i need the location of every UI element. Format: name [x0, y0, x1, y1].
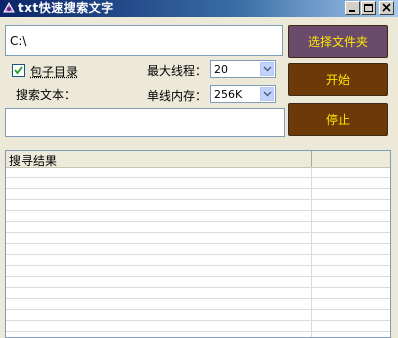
- window-title: txt快速搜索文字: [18, 1, 114, 15]
- chevron-down-icon[interactable]: [260, 62, 274, 76]
- close-button[interactable]: [379, 1, 394, 15]
- max-threads-value: 20: [214, 63, 228, 76]
- max-threads-select[interactable]: 20: [210, 60, 276, 78]
- check-icon: [14, 66, 23, 75]
- table-row[interactable]: [6, 178, 390, 189]
- table-row[interactable]: [6, 222, 390, 233]
- thread-memory-select[interactable]: 256K: [210, 85, 276, 103]
- results-column-header[interactable]: 搜寻结果: [6, 151, 312, 168]
- table-row[interactable]: [6, 277, 390, 288]
- table-row[interactable]: [6, 244, 390, 255]
- path-input[interactable]: C:\: [5, 25, 283, 56]
- app-icon: [2, 1, 16, 15]
- table-row[interactable]: [6, 266, 390, 277]
- table-row[interactable]: [6, 299, 390, 310]
- title-bar[interactable]: txt快速搜索文字: [0, 0, 398, 17]
- close-icon: [382, 3, 391, 12]
- minimize-button[interactable]: [345, 1, 360, 15]
- table-row[interactable]: [6, 310, 390, 321]
- table-row[interactable]: [6, 233, 390, 244]
- thread-memory-value: 256K: [214, 88, 243, 101]
- minimize-icon: [349, 10, 355, 12]
- max-threads-label: 最大线程：: [147, 64, 208, 78]
- maximize-icon: [364, 4, 373, 12]
- maximize-button[interactable]: [361, 1, 376, 15]
- include-subdirs-checkbox[interactable]: [12, 64, 25, 77]
- results-header: 搜寻结果: [6, 151, 390, 168]
- path-input-value: C:\: [10, 34, 27, 48]
- start-button[interactable]: 开始: [288, 63, 388, 96]
- table-row[interactable]: [6, 189, 390, 200]
- table-row[interactable]: [6, 321, 390, 332]
- include-subdirs-label[interactable]: 包子目录: [30, 63, 78, 80]
- table-row[interactable]: [6, 255, 390, 266]
- thread-memory-label: 单线内存：: [147, 89, 208, 103]
- main-panel: C:\ 包子目录 最大线程： 20 搜索文本： 单线内存： 256K 选择文件夹…: [0, 17, 398, 338]
- table-row[interactable]: [6, 288, 390, 299]
- table-row[interactable]: [6, 211, 390, 222]
- search-text-label: 搜索文本：: [16, 88, 77, 102]
- search-text-input[interactable]: [5, 108, 285, 137]
- browse-folder-button[interactable]: 选择文件夹: [288, 25, 388, 58]
- table-row[interactable]: [6, 200, 390, 211]
- table-row[interactable]: [6, 332, 390, 337]
- table-row[interactable]: [6, 167, 390, 178]
- results-column-header-extra[interactable]: [312, 151, 390, 167]
- chevron-down-icon[interactable]: [260, 87, 274, 101]
- results-list[interactable]: 搜寻结果: [5, 150, 391, 338]
- stop-button[interactable]: 停止: [288, 103, 388, 136]
